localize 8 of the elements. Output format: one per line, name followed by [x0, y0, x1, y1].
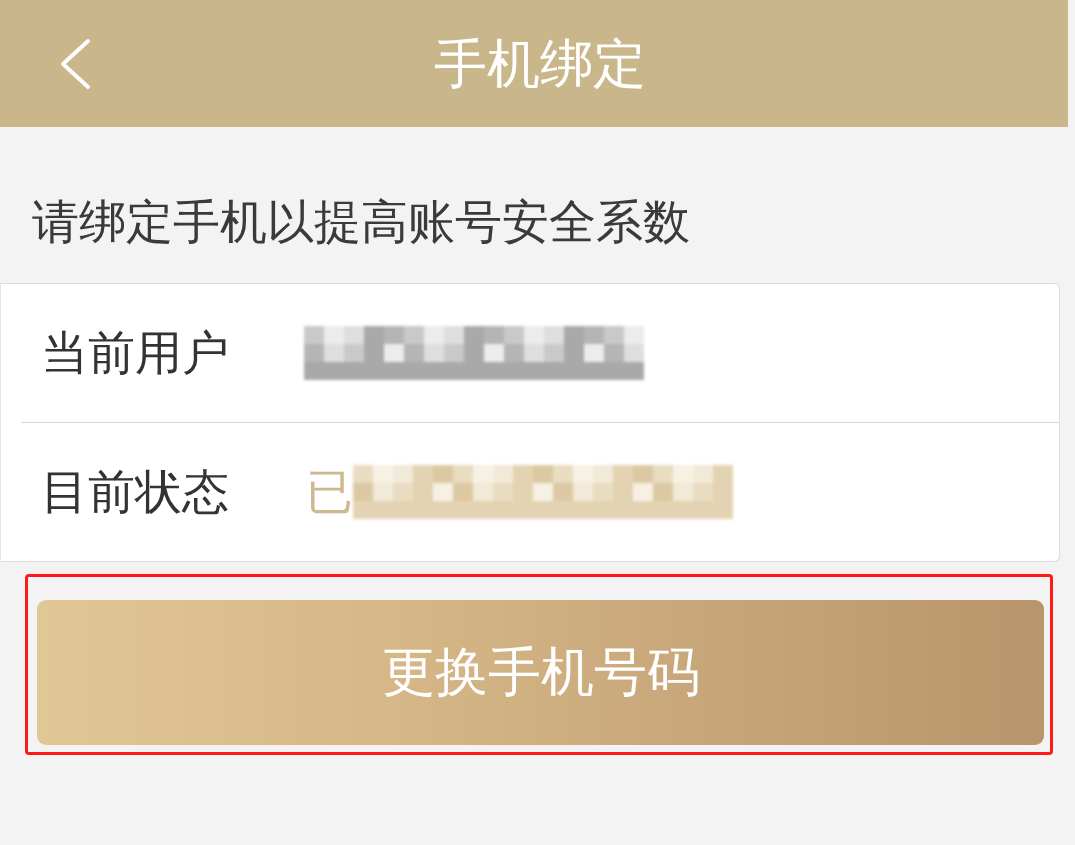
- change-number-button[interactable]: 更换手机号码: [37, 600, 1044, 745]
- field-label: 当前用户: [41, 324, 230, 382]
- back-chevron-icon: [58, 37, 92, 90]
- field-label: 目前状态: [41, 463, 230, 521]
- back-button[interactable]: [58, 37, 92, 90]
- page-title: 手机绑定: [433, 32, 647, 95]
- field-value: 已: [306, 463, 353, 521]
- notice-text: 请绑定手机以提高账号安全系数: [32, 193, 690, 251]
